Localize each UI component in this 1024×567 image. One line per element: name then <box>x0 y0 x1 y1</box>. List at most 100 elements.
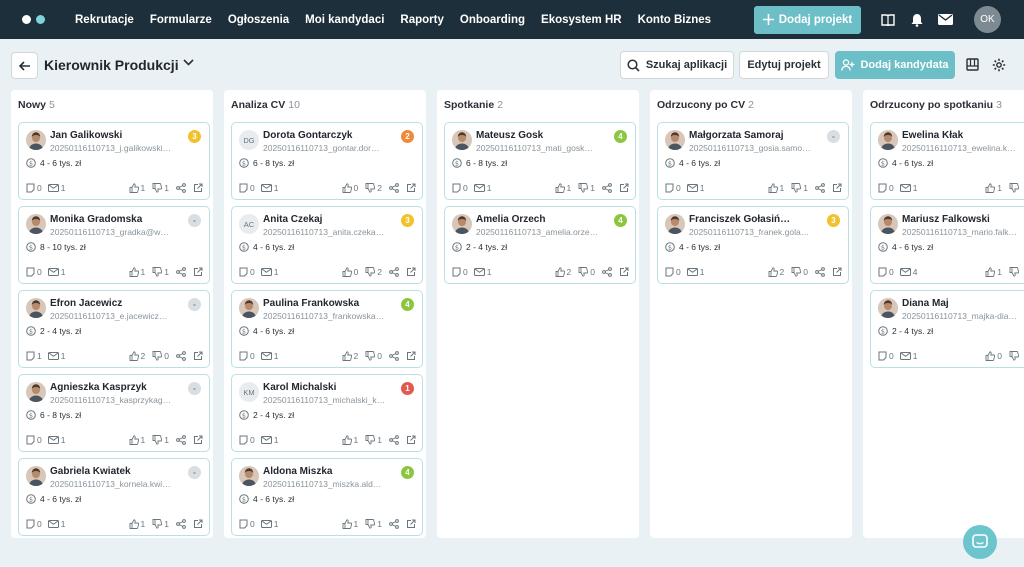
notes-count[interactable]: 0 <box>239 351 255 361</box>
open-external[interactable] <box>193 519 203 529</box>
notes-count[interactable]: 1 <box>26 351 42 361</box>
candidate-name[interactable]: Gabriela Kwiatek <box>50 466 131 477</box>
rating-badge[interactable]: 3 <box>188 130 201 143</box>
rating-badge[interactable]: 3 <box>401 214 414 227</box>
thumbs-up-count[interactable]: 2 <box>342 351 358 361</box>
candidate-card[interactable]: AC Anita Czekaj 20250116110713_anita.czeka… <box>231 206 423 284</box>
thumbs-up-count[interactable]: 1 <box>985 267 1002 277</box>
candidate-card[interactable]: DG Dorota Gontarczyk 20250116110713_gontar… <box>231 122 423 200</box>
candidate-card[interactable]: Aldona Miszka 20250116110713_miszka.ald… 4… <box>231 458 423 536</box>
thumbs-down-count[interactable]: 1 <box>152 519 169 529</box>
candidate-name[interactable]: Mateusz Gosk <box>476 130 543 141</box>
mails-count[interactable]: 1 <box>260 267 278 277</box>
user-avatar[interactable]: OK <box>974 6 1001 33</box>
thumbs-down-count[interactable]: 0 <box>791 267 808 277</box>
mail-icon[interactable] <box>938 12 953 27</box>
mails-count[interactable]: 1 <box>899 183 917 193</box>
rating-badge[interactable]: - <box>188 466 201 479</box>
rating-badge[interactable]: - <box>188 214 201 227</box>
mails-count[interactable]: 1 <box>686 267 704 277</box>
thumbs-up-count[interactable]: 2 <box>768 267 784 277</box>
candidate-card[interactable]: Efron Jacewicz 20250116110713_e.jacewicz…… <box>18 290 210 368</box>
share[interactable] <box>176 183 186 193</box>
share[interactable] <box>176 351 186 361</box>
share[interactable] <box>815 183 825 193</box>
candidate-name[interactable]: Anita Czekaj <box>263 214 322 225</box>
open-external[interactable] <box>406 183 416 193</box>
open-external[interactable] <box>193 351 203 361</box>
rating-badge[interactable]: - <box>188 298 201 311</box>
gear-icon[interactable] <box>992 58 1006 72</box>
share[interactable] <box>176 435 186 445</box>
candidate-card[interactable]: Diana Maj 20250116110713_majka-dia… $2 - 4… <box>870 290 1024 368</box>
bell-icon[interactable] <box>909 12 924 27</box>
notes-count[interactable]: 0 <box>878 267 894 277</box>
notes-count[interactable]: 0 <box>878 183 894 193</box>
share[interactable] <box>389 267 399 277</box>
notes-count[interactable]: 0 <box>239 267 255 277</box>
notes-count[interactable]: 0 <box>665 267 681 277</box>
thumbs-down-count[interactable]: 1 <box>365 519 382 529</box>
add-project-button[interactable]: Dodaj projekt <box>754 5 861 34</box>
share[interactable] <box>389 519 399 529</box>
thumbs-up-count[interactable]: 1 <box>129 519 145 529</box>
candidate-name[interactable]: Amelia Orzech <box>476 214 545 225</box>
thumbs-down-count[interactable] <box>1009 183 1021 193</box>
thumbs-up-count[interactable]: 1 <box>555 183 571 193</box>
chevron-down-icon[interactable] <box>183 59 194 66</box>
rating-badge[interactable]: 4 <box>401 298 414 311</box>
candidate-card[interactable]: Jan Galikowski 20250116110713_j.galikowsk… <box>18 122 210 200</box>
notes-count[interactable]: 0 <box>26 435 42 445</box>
notes-count[interactable]: 0 <box>878 351 894 361</box>
open-external[interactable] <box>193 183 203 193</box>
thumbs-up-count[interactable]: 1 <box>129 183 145 193</box>
candidate-card[interactable]: Gabriela Kwiatek 20250116110713_kornela.k… <box>18 458 210 536</box>
notes-count[interactable]: 0 <box>665 183 681 193</box>
thumbs-down-count[interactable]: 1 <box>791 183 808 193</box>
nav-item-5[interactable]: Onboarding <box>452 14 533 26</box>
thumbs-up-count[interactable]: 1 <box>985 183 1002 193</box>
thumbs-up-count[interactable]: 1 <box>129 267 145 277</box>
candidate-card[interactable]: Monika Gradomska 20250116110713_gradka@w…… <box>18 206 210 284</box>
share[interactable] <box>389 183 399 193</box>
open-external[interactable] <box>406 519 416 529</box>
thumbs-down-count[interactable]: 1 <box>152 435 169 445</box>
rating-badge[interactable]: 2 <box>401 130 414 143</box>
rating-badge[interactable]: - <box>827 130 840 143</box>
nav-item-6[interactable]: Ekosystem HR <box>533 14 630 26</box>
candidate-name[interactable]: Dorota Gontarczyk <box>263 130 352 141</box>
share[interactable] <box>602 183 612 193</box>
notes-count[interactable]: 0 <box>26 519 42 529</box>
rating-badge[interactable]: - <box>188 382 201 395</box>
share[interactable] <box>176 519 186 529</box>
open-external[interactable] <box>832 267 842 277</box>
candidate-card[interactable]: Agnieszka Kasprzyk 20250116110713_kasprzy… <box>18 374 210 452</box>
mails-count[interactable]: 1 <box>260 351 278 361</box>
rating-badge[interactable]: 4 <box>614 130 627 143</box>
open-external[interactable] <box>193 435 203 445</box>
open-external[interactable] <box>406 435 416 445</box>
open-external[interactable] <box>619 183 629 193</box>
open-external[interactable] <box>619 267 629 277</box>
notes-count[interactable]: 0 <box>452 267 468 277</box>
nav-item-4[interactable]: Raporty <box>392 14 451 26</box>
mails-count[interactable]: 1 <box>260 183 278 193</box>
open-external[interactable] <box>832 183 842 193</box>
add-candidate-button[interactable]: Dodaj kandydata <box>835 51 955 79</box>
mails-count[interactable]: 4 <box>899 267 917 277</box>
nav-item-0[interactable]: Rekrutacje <box>67 14 142 26</box>
thumbs-up-count[interactable]: 0 <box>342 267 358 277</box>
notes-count[interactable]: 0 <box>26 267 42 277</box>
candidate-name[interactable]: Małgorzata Samoraj <box>689 130 783 141</box>
thumbs-up-count[interactable]: 1 <box>129 435 145 445</box>
thumbs-down-count[interactable]: 2 <box>365 267 382 277</box>
share[interactable] <box>176 267 186 277</box>
mails-count[interactable]: 1 <box>473 183 491 193</box>
thumbs-down-count[interactable]: 1 <box>152 267 169 277</box>
candidate-card[interactable]: KM Karol Michalski 20250116110713_michalsk… <box>231 374 423 452</box>
nav-item-7[interactable]: Konto Biznes <box>630 14 719 26</box>
thumbs-up-count[interactable]: 1 <box>342 519 358 529</box>
thumbs-up-count[interactable]: 1 <box>342 435 358 445</box>
nav-item-2[interactable]: Ogłoszenia <box>220 14 297 26</box>
candidate-name[interactable]: Diana Maj <box>902 298 949 309</box>
